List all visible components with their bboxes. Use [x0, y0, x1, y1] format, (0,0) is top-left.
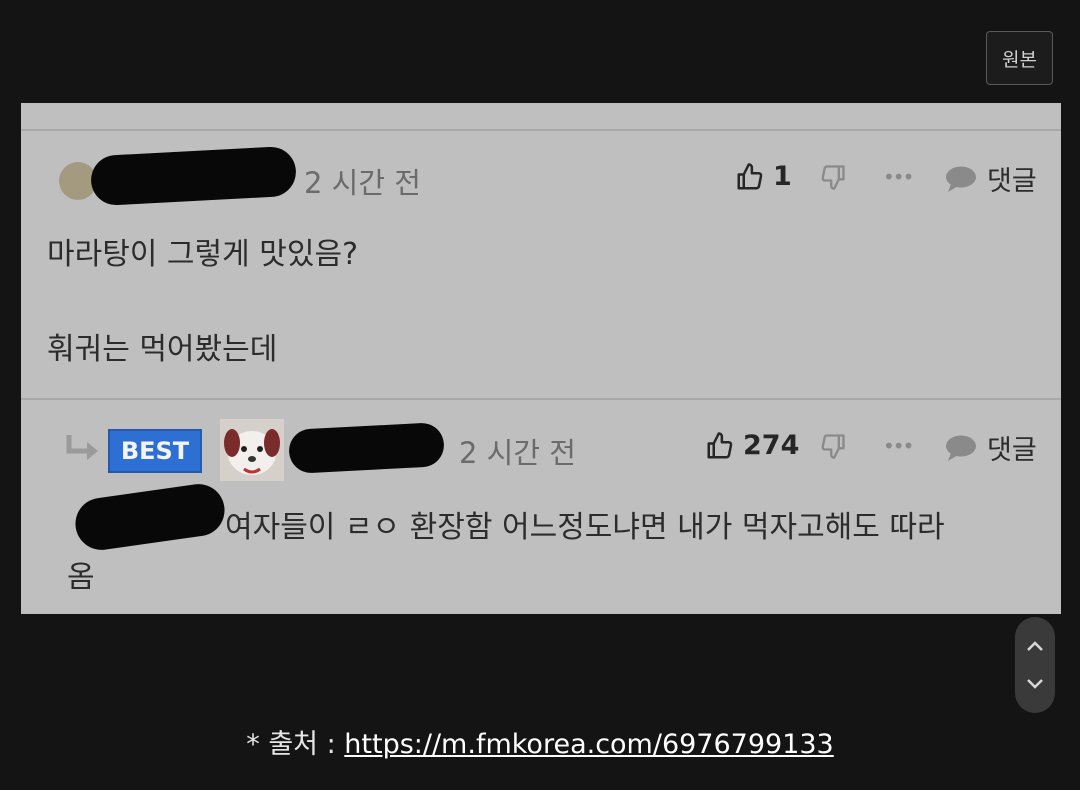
source-line: * 출처 : https://m.fmkorea.com/6976799133 — [0, 722, 1080, 761]
speech-bubble-icon — [946, 166, 976, 192]
like-count: 274 — [743, 430, 800, 461]
thumbs-up-icon — [707, 431, 733, 458]
reply-button[interactable]: 댓글 — [945, 159, 1037, 198]
speech-bubble-icon — [946, 435, 976, 461]
redacted-mention — [72, 480, 228, 554]
more-dots-icon: ••• — [883, 165, 914, 189]
dog-avatar-image — [220, 419, 284, 481]
comment-screenshot: 2 시간 전 1 ••• 댓글 마라탕이 그렇게 맛있음? 훠궈는 먹어봤는데 … — [21, 103, 1061, 614]
comment-text-line2: 옴 — [67, 560, 95, 595]
source-prefix: * 출처 : — [246, 729, 345, 760]
chevron-up-icon[interactable] — [1026, 640, 1044, 652]
scroll-control[interactable] — [1015, 617, 1055, 713]
redacted-username — [287, 421, 446, 475]
divider — [21, 129, 1061, 131]
comment-text-line1: 마라탕이 그렇게 맛있음? — [47, 237, 358, 272]
reply-button[interactable]: 댓글 — [945, 428, 1037, 467]
comment-time: 2 시간 전 — [459, 436, 576, 470]
like-button[interactable]: 1 — [735, 161, 792, 192]
comment-text-line1: 여자들이 ㄹㅇ 환장함 어느정도냐면 내가 먹자고해도 따라 — [225, 510, 945, 545]
original-button[interactable]: 원본 — [986, 31, 1053, 85]
avatar — [220, 419, 284, 481]
like-button[interactable]: 274 — [705, 430, 799, 461]
dislike-button[interactable] — [819, 432, 847, 464]
more-button[interactable]: ••• — [883, 165, 914, 189]
divider — [21, 398, 1061, 400]
dislike-button[interactable] — [819, 163, 847, 195]
redacted-username — [89, 145, 298, 207]
reply-arrow-icon — [66, 435, 98, 460]
more-dots-icon: ••• — [883, 434, 914, 458]
like-count: 1 — [773, 161, 792, 192]
best-badge: BEST — [108, 429, 202, 473]
comment-time: 2 시간 전 — [304, 166, 421, 200]
reply-label: 댓글 — [987, 435, 1037, 466]
thumbs-down-icon — [821, 165, 845, 190]
reply-label: 댓글 — [987, 166, 1037, 197]
comment-text-line2: 훠궈는 먹어봤는데 — [47, 332, 278, 367]
thumbs-up-icon — [737, 162, 763, 189]
chevron-down-icon[interactable] — [1026, 678, 1044, 690]
more-button[interactable]: ••• — [883, 434, 914, 458]
source-link[interactable]: https://m.fmkorea.com/6976799133 — [344, 729, 833, 760]
thumbs-down-icon — [821, 434, 845, 459]
